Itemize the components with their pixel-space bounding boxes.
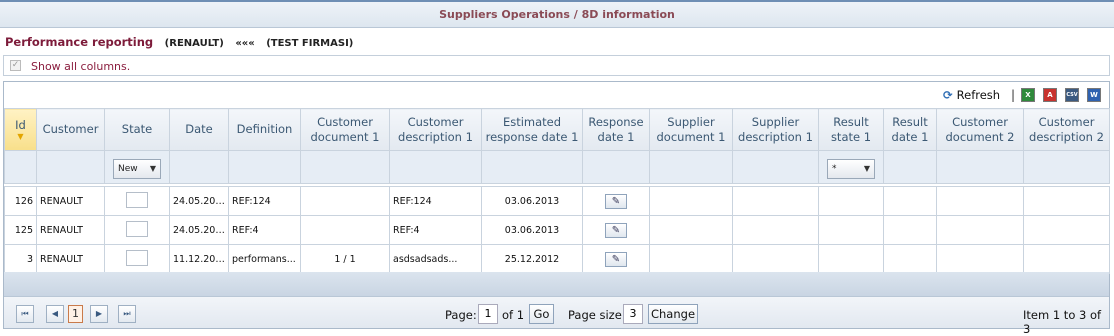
prev-page-icon[interactable]: ◀ — [46, 305, 64, 323]
cell-id: 125 — [4, 215, 37, 245]
cell-customer-document-1[interactable] — [300, 215, 390, 245]
report-title: Performance reporting — [5, 35, 154, 49]
column-header-supplier-description-1[interactable]: Supplier description 1 — [732, 108, 819, 151]
edit-response-icon[interactable]: ✎ — [605, 193, 627, 209]
edit-response-icon[interactable]: ✎ — [605, 251, 627, 267]
cell-definition: REF:124 — [228, 186, 301, 216]
column-header-customer-document-1[interactable]: Customer document 1 — [300, 108, 390, 151]
grid-command-bar: ⟳ Refresh | X A CSV W — [4, 82, 1109, 108]
column-header-response-date-1[interactable]: Response date 1 — [582, 108, 650, 151]
page-label: Page: — [445, 308, 477, 322]
company-name: (TEST FIRMASI) — [266, 38, 354, 49]
cell-date: 24.05.2013 — [169, 186, 229, 216]
chevron-down-icon: ▼ — [863, 163, 870, 173]
customer-name: (RENAULT) — [164, 38, 224, 49]
state-filter-select[interactable]: New ▼ — [113, 158, 161, 179]
state-checkbox[interactable] — [126, 220, 148, 237]
excel-export-icon[interactable]: X — [1021, 88, 1035, 102]
cell-estimated-response-date-1: 03.06.2013 — [481, 186, 583, 216]
pdf-export-icon[interactable]: A — [1043, 88, 1057, 102]
cell-definition: performans... — [228, 244, 301, 274]
toolbar-separator: | — [1011, 88, 1016, 102]
cell-customer-description-1: REF:4 — [389, 215, 482, 245]
cell-customer-document-1[interactable]: 1 / 1 — [300, 244, 390, 274]
show-all-columns-label[interactable]: Show all columns. — [31, 60, 130, 73]
state-checkbox[interactable] — [126, 191, 148, 208]
column-header-date[interactable]: Date — [169, 108, 229, 151]
filter-row: New ▼ * ▼ — [4, 150, 1110, 184]
page-title: Suppliers Operations / 8D information — [439, 8, 675, 21]
refresh-icon: ⟳ — [943, 88, 953, 102]
show-columns-bar: ✓ Show all columns. — [3, 55, 1110, 76]
go-button[interactable]: Go — [529, 304, 554, 324]
refresh-label: Refresh — [956, 88, 1001, 102]
column-header-state[interactable]: State — [104, 108, 170, 151]
cell-id: 126 — [4, 186, 37, 216]
data-table: Id ▼ Customer State Date Definition Custo… — [4, 108, 1110, 274]
cell-date: 24.05.2013 — [169, 215, 229, 245]
cell-estimated-response-date-1: 25.12.2012 — [481, 244, 583, 274]
edit-response-icon[interactable]: ✎ — [605, 222, 627, 238]
refresh-button[interactable]: ⟳ Refresh — [943, 88, 1000, 102]
change-page-size-button[interactable]: Change — [648, 304, 698, 324]
items-count: Item 1 to 3 of 3 — [1023, 308, 1102, 336]
column-header-supplier-document-1[interactable]: Supplier document 1 — [649, 108, 733, 151]
cell-estimated-response-date-1: 03.06.2013 — [481, 215, 583, 245]
page-size-input[interactable]: 3 — [623, 304, 643, 324]
last-page-icon[interactable]: ⏭ — [118, 305, 136, 323]
page-size-label: Page size: — [568, 308, 626, 322]
column-header-result-date-1[interactable]: Result date 1 — [883, 108, 937, 151]
table-row[interactable]: 126 RENAULT 24.05.2013 REF:124 REF:124 0… — [4, 186, 1110, 216]
column-header-customer-description-2[interactable]: Customer description 2 — [1023, 108, 1110, 151]
column-header-result-state-1[interactable]: Result state 1 — [818, 108, 884, 151]
column-header-customer[interactable]: Customer — [36, 108, 105, 151]
back-arrows-link[interactable]: ««« — [235, 38, 254, 49]
first-page-icon[interactable]: ⏮ — [16, 305, 34, 323]
cell-customer: RENAULT — [36, 186, 105, 216]
grid-empty-area — [4, 272, 1109, 296]
chevron-down-icon: ▼ — [149, 163, 156, 173]
title-bar: Suppliers Operations / 8D information — [0, 0, 1114, 28]
cell-customer: RENAULT — [36, 244, 105, 274]
column-header-customer-document-2[interactable]: Customer document 2 — [936, 108, 1024, 151]
cell-customer: RENAULT — [36, 215, 105, 245]
sort-desc-icon: ▼ — [17, 132, 24, 141]
performance-grid: ⟳ Refresh | X A CSV W Id ▼ Customer State … — [3, 81, 1110, 336]
page-input[interactable]: 1 — [478, 304, 498, 324]
pager: ⏮ ◀ 1 ▶ ⏭ Page: 1 of 1 Go Page size: 3 C… — [4, 296, 1109, 336]
column-header-definition[interactable]: Definition — [228, 108, 301, 151]
result-state-filter-select[interactable]: * ▼ — [827, 158, 875, 179]
cell-customer-description-1: REF:124 — [389, 186, 482, 216]
cell-definition: REF:4 — [228, 215, 301, 245]
column-header-customer-description-1[interactable]: Customer description 1 — [389, 108, 482, 151]
show-all-columns-checkbox[interactable]: ✓ — [10, 60, 21, 71]
cell-customer-document-1[interactable] — [300, 186, 390, 216]
cell-date: 11.12.2012 — [169, 244, 229, 274]
table-row[interactable]: 125 RENAULT 24.05.2013 REF:4 REF:4 03.06… — [4, 215, 1110, 245]
column-header-id[interactable]: Id ▼ — [4, 108, 37, 151]
table-row[interactable]: 3 RENAULT 11.12.2012 performans... 1 / 1… — [4, 244, 1110, 274]
state-checkbox[interactable] — [126, 249, 148, 266]
next-page-icon[interactable]: ▶ — [90, 305, 108, 323]
word-export-icon[interactable]: W — [1087, 88, 1101, 102]
cell-id: 3 — [4, 244, 37, 274]
page-of-label: of 1 — [502, 308, 525, 322]
header-row: Id ▼ Customer State Date Definition Custo… — [4, 108, 1110, 151]
cell-customer-description-1: asdsadsads... — [389, 244, 482, 274]
report-heading: Performance reporting (RENAULT) ««« (TES… — [5, 35, 353, 49]
column-header-estimated-response-date-1[interactable]: Estimated response date 1 — [481, 108, 583, 151]
csv-export-icon[interactable]: CSV — [1065, 88, 1079, 102]
page-number-button[interactable]: 1 — [68, 305, 83, 323]
